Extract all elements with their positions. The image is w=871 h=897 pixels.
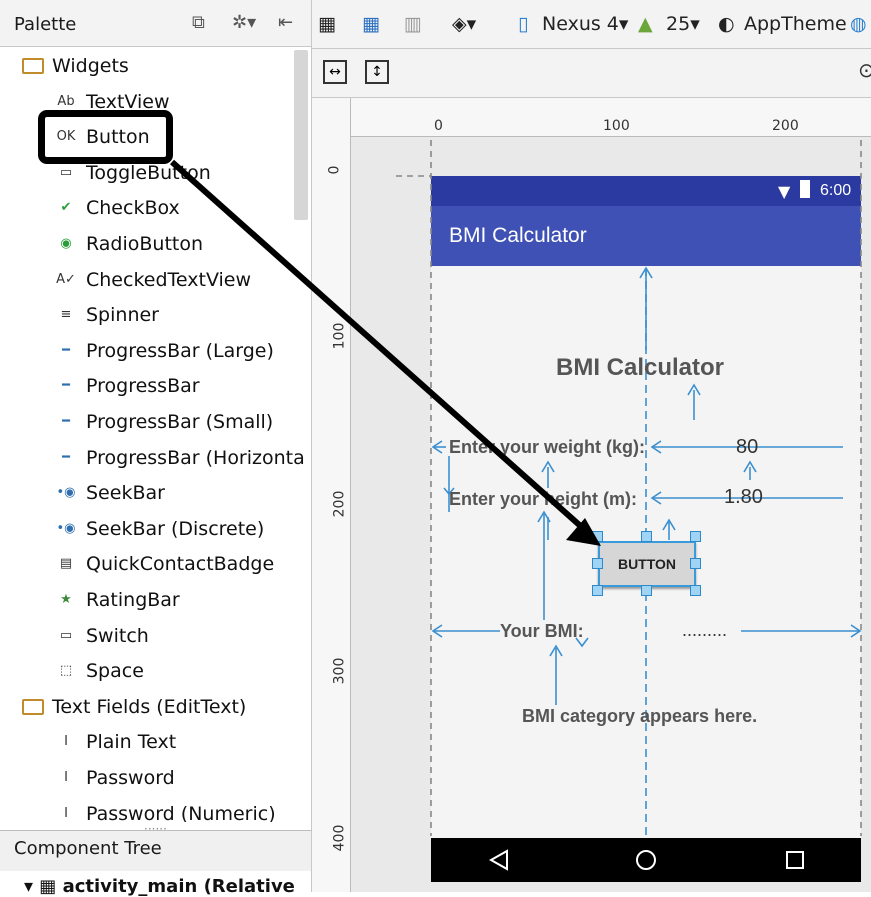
drag-arrow bbox=[170, 159, 601, 546]
